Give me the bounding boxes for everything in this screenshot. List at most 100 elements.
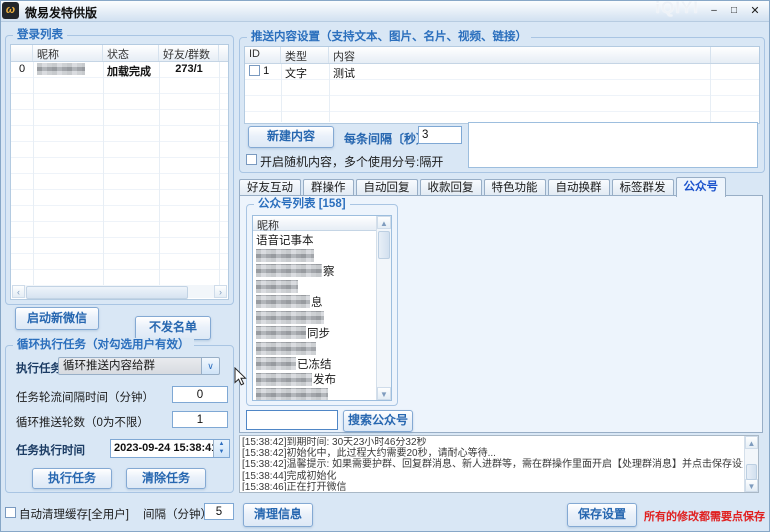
- exec-time-picker[interactable]: 2023-09-24 15:38:41 ▲▼: [110, 439, 230, 458]
- round-interval-label: 任务轮流间隔时间（分钟）: [16, 389, 154, 405]
- push-content-table[interactable]: ID 类型 内容 1 文字 测试: [244, 46, 760, 124]
- per-item-interval-label: 每条间隔〔秒〕: [344, 130, 428, 147]
- censored-text: [256, 264, 322, 277]
- app-window: ω 微易发特供版 iQIYI – □ ✕ 登录列表 昵称 状态 好友/群数 0 …: [0, 0, 770, 532]
- clear-task-button[interactable]: 清除任务: [126, 468, 206, 489]
- task-select[interactable]: 循环推送内容给群 ∨: [58, 357, 220, 375]
- auto-clean-checkbox[interactable]: [5, 507, 16, 518]
- login-table[interactable]: 昵称 状态 好友/群数 0 加载完成 273/1 ‹ ›: [10, 44, 229, 300]
- login-row-count: 273/1: [159, 62, 219, 78]
- app-logo-icon: ω: [2, 2, 19, 19]
- censored-text: [256, 295, 310, 308]
- run-task-button[interactable]: 执行任务: [32, 468, 112, 489]
- list-item[interactable]: [253, 248, 377, 264]
- content-preview-box[interactable]: [468, 122, 758, 168]
- login-table-header: 昵称 状态 好友/群数: [11, 45, 228, 62]
- clean-info-button[interactable]: 清理信息: [243, 503, 313, 527]
- new-content-button[interactable]: 新建内容: [248, 126, 334, 148]
- list-item[interactable]: 发布: [253, 372, 377, 388]
- list-item[interactable]: 同步: [253, 325, 377, 341]
- per-item-interval-input[interactable]: [418, 126, 462, 144]
- censored-text: [256, 373, 312, 386]
- round-interval-input[interactable]: [172, 386, 228, 403]
- vscroll-up-arrow-icon[interactable]: ▲: [377, 216, 391, 229]
- list-item[interactable]: [253, 279, 377, 295]
- push-row-checkbox[interactable]: [249, 65, 260, 76]
- list-item[interactable]: 已冻结: [253, 356, 377, 372]
- auto-clean-interval-input[interactable]: [204, 503, 234, 520]
- loop-task-group-title: 循环执行任务（对勾选用户有效）: [13, 338, 194, 353]
- vscroll-up-arrow-icon[interactable]: ▲: [745, 436, 758, 449]
- push-content-group: 推送内容设置（支持文本、图片、名片、视频、链接） ID 类型 内容 1 文字 测…: [239, 37, 765, 173]
- window-title: 微易发特供版: [25, 4, 97, 21]
- list-item[interactable]: 息: [253, 294, 377, 310]
- maximize-button[interactable]: □: [725, 4, 743, 18]
- log-box[interactable]: [15:38:42]到期时间: 30天23小时46分32秒 [15:38:42]…: [239, 435, 759, 493]
- log-line: [15:38:42]温馨提示: 如果需要护群、回复群消息、新人进群等，需在群操作…: [242, 459, 743, 470]
- login-list-group-title: 登录列表: [13, 28, 67, 43]
- oa-search-button[interactable]: 搜索公众号: [343, 410, 413, 432]
- censored-text: [256, 249, 314, 262]
- official-account-panel: 公众号列表 [158] 昵称 语音记事本 察 息 同步 已冻结 发布 红: [239, 195, 763, 433]
- tab-official-account[interactable]: 公众号: [676, 177, 727, 197]
- log-line: [15:38:42]到期时间: 30天23小时46分32秒: [242, 437, 743, 448]
- loop-task-group: 循环执行任务（对勾选用户有效） 执行任务 循环推送内容给群 ∨ 任务轮流间隔时间…: [5, 345, 234, 493]
- log-line: [15:38:42]初始化中，此过程大约需要20秒，请耐心等待...: [242, 448, 743, 459]
- list-item[interactable]: 察: [253, 263, 377, 279]
- start-new-wechat-button[interactable]: 启动新微信: [15, 307, 99, 330]
- login-list-group: 登录列表 昵称 状态 好友/群数 0 加载完成 273/1 ‹ ›: [5, 35, 234, 305]
- censored-text: [256, 326, 306, 339]
- push-row-type: 文字: [281, 64, 329, 80]
- task-label: 执行任务: [16, 360, 62, 376]
- censored-text: [256, 388, 328, 400]
- push-content-group-title: 推送内容设置（支持文本、图片、名片、视频、链接）: [247, 30, 531, 45]
- no-send-list-button[interactable]: 不发名单: [135, 316, 211, 340]
- log-text: [15:38:42]到期时间: 30天23小时46分32秒 [15:38:42]…: [242, 437, 743, 491]
- hscroll-right-arrow-icon[interactable]: ›: [214, 285, 227, 298]
- chevron-down-icon[interactable]: ∨: [201, 358, 219, 374]
- list-item[interactable]: [253, 341, 377, 357]
- save-settings-button[interactable]: 保存设置: [567, 503, 637, 527]
- vscroll-down-arrow-icon[interactable]: ▼: [745, 479, 758, 492]
- oa-list-items: 语音记事本 察 息 同步 已冻结 发布 红: [253, 232, 377, 400]
- list-item[interactable]: [253, 387, 377, 400]
- vscroll-thumb[interactable]: [746, 464, 757, 480]
- random-content-checkbox[interactable]: [246, 154, 257, 165]
- push-rounds-input[interactable]: [172, 411, 228, 428]
- vscroll-down-arrow-icon[interactable]: ▼: [377, 387, 391, 400]
- close-button[interactable]: ✕: [746, 4, 764, 18]
- censored-nickname: [37, 63, 85, 75]
- oa-search-input[interactable]: [246, 410, 338, 430]
- login-col-status: 状态: [103, 45, 159, 61]
- log-vscrollbar[interactable]: ▲ ▼: [744, 436, 758, 492]
- list-item[interactable]: 语音记事本: [253, 232, 377, 248]
- push-table-row[interactable]: 1 文字 测试: [245, 64, 759, 80]
- login-table-row[interactable]: 0 加载完成 273/1: [11, 62, 228, 78]
- push-col-type: 类型: [281, 47, 329, 63]
- push-col-content: 内容: [329, 47, 711, 63]
- hscroll-left-arrow-icon[interactable]: ‹: [12, 285, 25, 298]
- oa-listbox[interactable]: 昵称 语音记事本 察 息 同步 已冻结 发布 红 ▲ ▼: [252, 215, 392, 401]
- login-col-nickname: 昵称: [33, 45, 103, 61]
- list-item[interactable]: [253, 310, 377, 326]
- oa-list-group: 公众号列表 [158] 昵称 语音记事本 察 息 同步 已冻结 发布 红: [246, 204, 398, 406]
- hscroll-thumb[interactable]: [26, 286, 188, 299]
- minimize-button[interactable]: –: [705, 4, 723, 18]
- censored-text: [256, 280, 298, 293]
- exec-time-value: 2023-09-24 15:38:41: [114, 442, 217, 454]
- push-row-id: 1: [263, 65, 269, 77]
- video-watermark: iQIYI: [655, 0, 699, 18]
- login-row-index: 0: [11, 62, 33, 78]
- censored-text: [256, 357, 296, 370]
- save-notice-text: 所有的修改都需要点保存: [644, 508, 765, 524]
- push-table-header: ID 类型 内容: [245, 47, 759, 64]
- censored-text: [256, 342, 316, 355]
- oa-list-header: 昵称: [253, 216, 377, 231]
- vscroll-thumb[interactable]: [378, 231, 390, 259]
- login-table-hscrollbar[interactable]: ‹ ›: [12, 285, 227, 298]
- task-select-value: 循环推送内容给群: [63, 360, 155, 372]
- exec-time-label: 任务执行时间: [16, 442, 85, 458]
- spinner-updown-icon[interactable]: ▲▼: [213, 440, 229, 457]
- oa-list-vscrollbar[interactable]: ▲ ▼: [376, 216, 391, 400]
- push-col-id: ID: [245, 47, 281, 63]
